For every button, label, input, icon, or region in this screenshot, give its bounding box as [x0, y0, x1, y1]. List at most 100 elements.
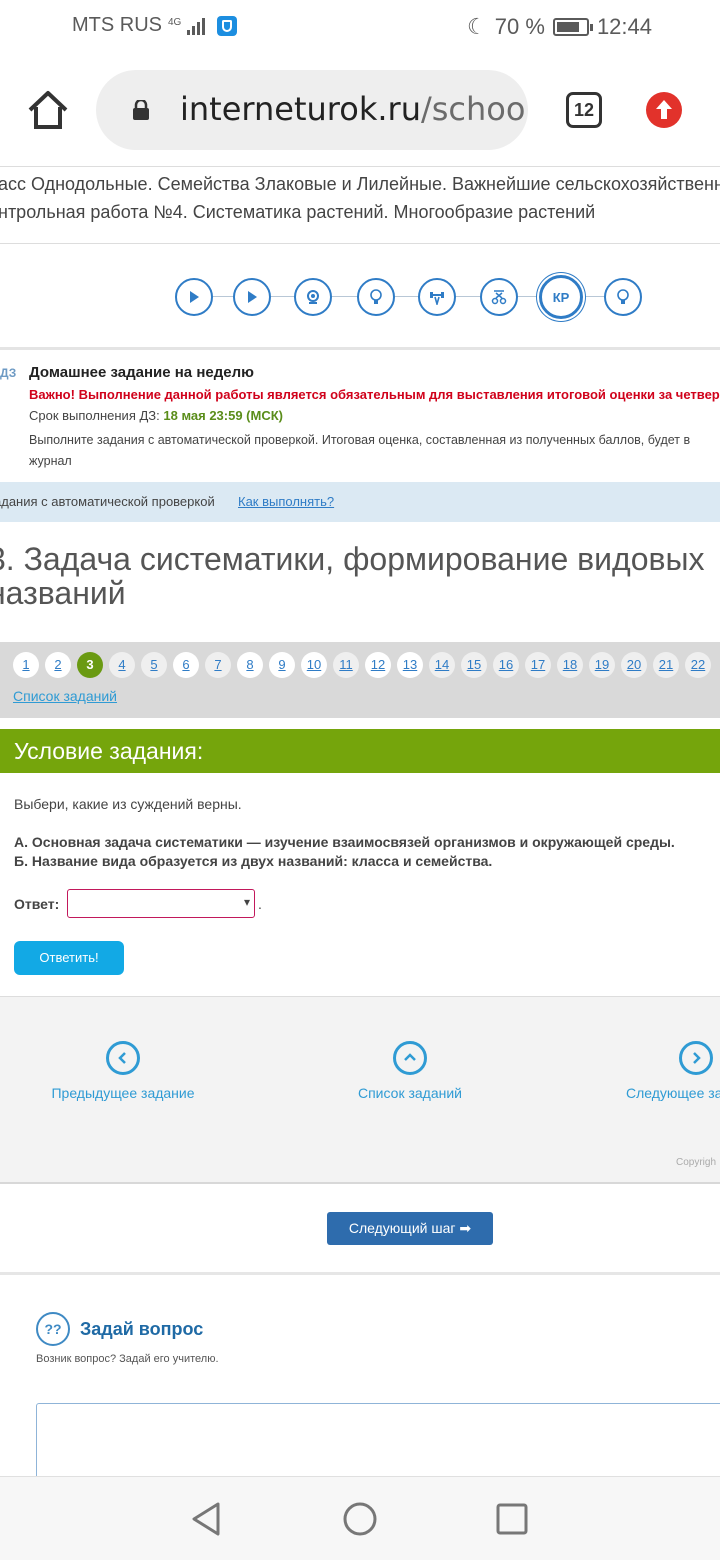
chevron-left-icon [106, 1041, 140, 1075]
page-link[interactable]: 12 [365, 652, 391, 678]
page-link[interactable]: 10 [301, 652, 327, 678]
deadline-label: Срок выполнения ДЗ: [29, 408, 160, 423]
address-bar[interactable]: interneturok.ru/school/ [96, 70, 528, 150]
condition-header-text: Условие задания: [14, 738, 204, 764]
ask-title: Задай вопрос [80, 1319, 204, 1339]
moon-icon: ☾ [467, 14, 487, 39]
signal-icon [187, 17, 206, 35]
page-link[interactable]: 20 [621, 652, 647, 678]
page-link[interactable]: 21 [653, 652, 679, 678]
page-title-line-2: названий [0, 575, 126, 610]
battery-icon [552, 18, 593, 36]
back-icon[interactable] [190, 1501, 222, 1542]
homework-block: ДЗ Домашнее задание на неделю Важно! Вып… [0, 352, 720, 482]
step-control-work-button[interactable]: КР [539, 275, 583, 319]
task-list-link[interactable]: Список заданий [13, 688, 117, 704]
shield-icon [217, 15, 238, 36]
statement-a: А. Основная задача систематики — изучени… [14, 834, 675, 850]
url-host: interneturok.ru [180, 90, 421, 128]
page-link[interactable]: 1 [13, 652, 39, 678]
page-link[interactable]: 15 [461, 652, 487, 678]
breadcrumb: асс Однодольные. Семейства Злаковые и Ли… [0, 166, 720, 244]
answer-select[interactable] [67, 889, 255, 918]
question-intro: Выбери, какие из суждений верны. [14, 796, 242, 812]
page-link[interactable]: 13 [397, 652, 423, 678]
home-circle-icon[interactable] [342, 1501, 378, 1542]
step-webcam-icon[interactable] [294, 278, 332, 316]
homework-important-notice: Важно! Выполнение данной работы является… [29, 387, 720, 402]
ask-question-section: ?? Задай вопрос Возник вопрос? Задай его… [0, 1272, 720, 1493]
tab-switcher-button[interactable]: 12 [566, 92, 602, 128]
home-icon[interactable] [26, 88, 70, 132]
submit-answer-button[interactable]: Ответить! [14, 941, 124, 975]
step-video-2-play-icon[interactable] [233, 278, 271, 316]
prev-task-label: Предыдущее задание [51, 1085, 195, 1101]
step-video-1-play-icon[interactable] [175, 278, 213, 316]
step-trainer-icon[interactable] [418, 278, 456, 316]
page-title: 3. Задача систематики, формирование видо… [0, 542, 720, 610]
page-link[interactable]: 9 [269, 652, 295, 678]
recents-icon[interactable] [496, 1501, 528, 1542]
page-link[interactable]: 8 [237, 652, 263, 678]
breadcrumb-line-2[interactable]: нтрольная работа №4. Систематика растени… [0, 202, 595, 223]
answer-label: Ответ: [14, 896, 60, 912]
status-right: ☾ 70 % 12:44 [467, 14, 652, 40]
lock-icon [132, 98, 150, 120]
page-link[interactable]: 6 [173, 652, 199, 678]
homework-note: Выполните задания с автоматической прове… [29, 433, 691, 468]
step-test-icon[interactable] [480, 278, 518, 316]
page-link[interactable]: 7 [205, 652, 231, 678]
task-list-label: Список заданий [357, 1085, 462, 1101]
ask-subtitle: Возник вопрос? Задай его учителю. [36, 1353, 219, 1365]
prev-task-button[interactable]: Предыдущее задание [46, 1041, 200, 1101]
battery-level: 70 % [494, 14, 545, 39]
question-icon: ?? [36, 1312, 70, 1346]
page-link[interactable]: 17 [525, 652, 551, 678]
task-navigation: Предыдущее задание Список заданий Следую… [0, 996, 720, 1184]
clock: 12:44 [596, 14, 652, 39]
homework-deadline: Срок выполнения ДЗ: 18 мая 23:59 (МСК) [29, 408, 283, 423]
homework-title: Домашнее задание на неделю [29, 364, 254, 381]
page-link[interactable]: 16 [493, 652, 519, 678]
step-lightbulb-2-icon[interactable] [604, 278, 642, 316]
network-type: 4G [168, 16, 182, 28]
page-link[interactable]: 22 [685, 652, 711, 678]
url-text[interactable]: interneturok.ru/school/ [180, 90, 528, 128]
page-link[interactable]: 4 [109, 652, 135, 678]
lesson-steps: КР [0, 244, 720, 350]
page-link[interactable]: 2 [45, 652, 71, 678]
condition-header: Условие задания: [0, 729, 720, 773]
carrier-name: MTS RUS [72, 14, 162, 36]
url-path: /school/ [420, 90, 528, 128]
question-icon-glyph: ? [44, 1321, 53, 1337]
upload-icon[interactable] [646, 92, 682, 128]
system-navigation-bar [0, 1476, 720, 1560]
next-task-button[interactable]: Следующее за [626, 1041, 720, 1101]
page-link[interactable]: 14 [429, 652, 455, 678]
deadline-value: 18 мая 23:59 (МСК) [163, 408, 283, 423]
page-link-active[interactable]: 3 [77, 652, 103, 678]
copyright-text: Copyrigh [676, 1157, 717, 1168]
chevron-up-icon [393, 1041, 427, 1075]
how-to-link[interactable]: Как выполнять? [238, 494, 334, 509]
page-link[interactable]: 19 [589, 652, 615, 678]
chevron-right-icon [679, 1041, 713, 1075]
status-bar: MTS RUS 4G ☾ 70 % 12:44 [0, 0, 720, 56]
autocheck-text: адания с автоматической проверкой [0, 494, 215, 509]
browser-toolbar: interneturok.ru/school/ 12 [0, 56, 720, 166]
next-step-button[interactable]: Следующий шаг ➡ [327, 1212, 493, 1245]
status-left: MTS RUS 4G [72, 14, 238, 37]
task-pagination: 1 2 3 4 5 6 7 8 9 10 11 12 13 14 15 16 1… [0, 642, 720, 718]
page-link[interactable]: 18 [557, 652, 583, 678]
answer-period: . [258, 896, 262, 912]
autocheck-bar: адания с автоматической проверкой Как вы… [0, 482, 720, 522]
homework-tag: ДЗ [0, 366, 17, 380]
page-title-line-1: 3. Задача систематики, формирование видо… [0, 542, 705, 577]
page-link[interactable]: 5 [141, 652, 167, 678]
next-task-label: Следующее за [626, 1085, 720, 1101]
step-lightbulb-icon[interactable] [357, 278, 395, 316]
statement-b: Б. Название вида образуется из двух назв… [14, 853, 493, 869]
breadcrumb-line-1[interactable]: асс Однодольные. Семейства Злаковые и Ли… [0, 174, 720, 195]
page-link[interactable]: 11 [333, 652, 359, 678]
task-list-button[interactable]: Список заданий [350, 1041, 470, 1101]
